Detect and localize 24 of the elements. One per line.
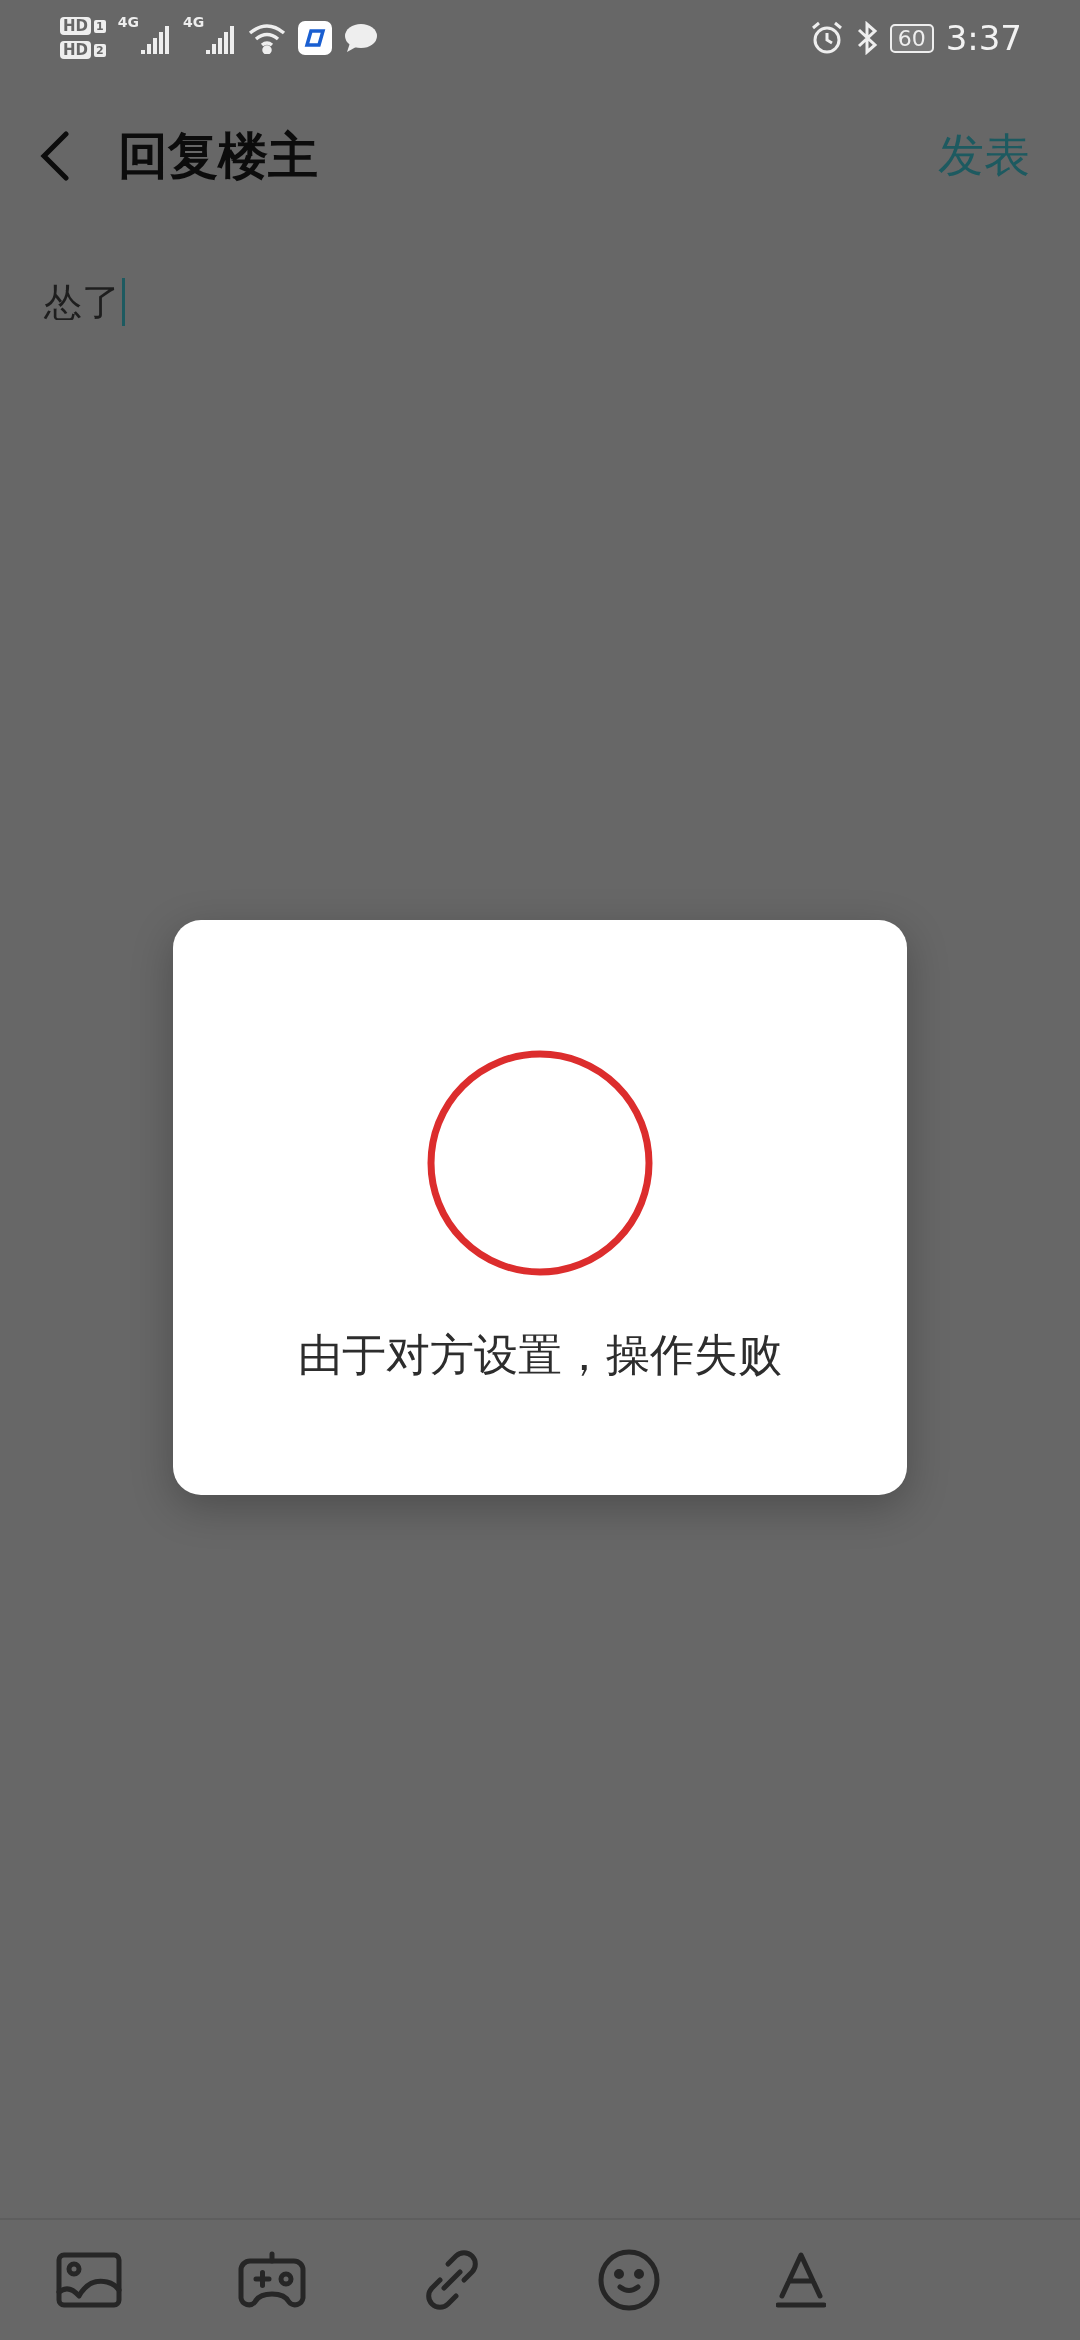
smiley-icon [598,2249,660,2311]
gamepad-icon [238,2251,306,2309]
image-button[interactable] [56,2252,122,2308]
format-button[interactable] [776,2252,826,2308]
battery-level: 60 [889,23,934,53]
text-format-icon [776,2252,826,2308]
image-icon [56,2252,122,2308]
network-label: 4G [182,14,205,30]
app-icon [298,21,333,55]
error-message: 由于对方设置，操作失败 [298,1328,782,1382]
text-cursor [122,278,125,326]
back-button[interactable] [40,131,70,181]
alarm-icon [809,21,844,55]
network-label: 4G [117,14,139,30]
clock-time: 3:37 [945,18,1022,58]
chat-bubble-icon [344,23,379,53]
back-icon [40,131,70,181]
wifi-icon [248,22,287,54]
bluetooth-icon [855,21,878,55]
emoji-button[interactable] [598,2249,660,2311]
circle-icon [427,1050,653,1276]
page-title: 回复楼主 [118,125,319,187]
game-button[interactable] [238,2251,306,2309]
reply-text[interactable]: 怂了 [44,276,120,328]
